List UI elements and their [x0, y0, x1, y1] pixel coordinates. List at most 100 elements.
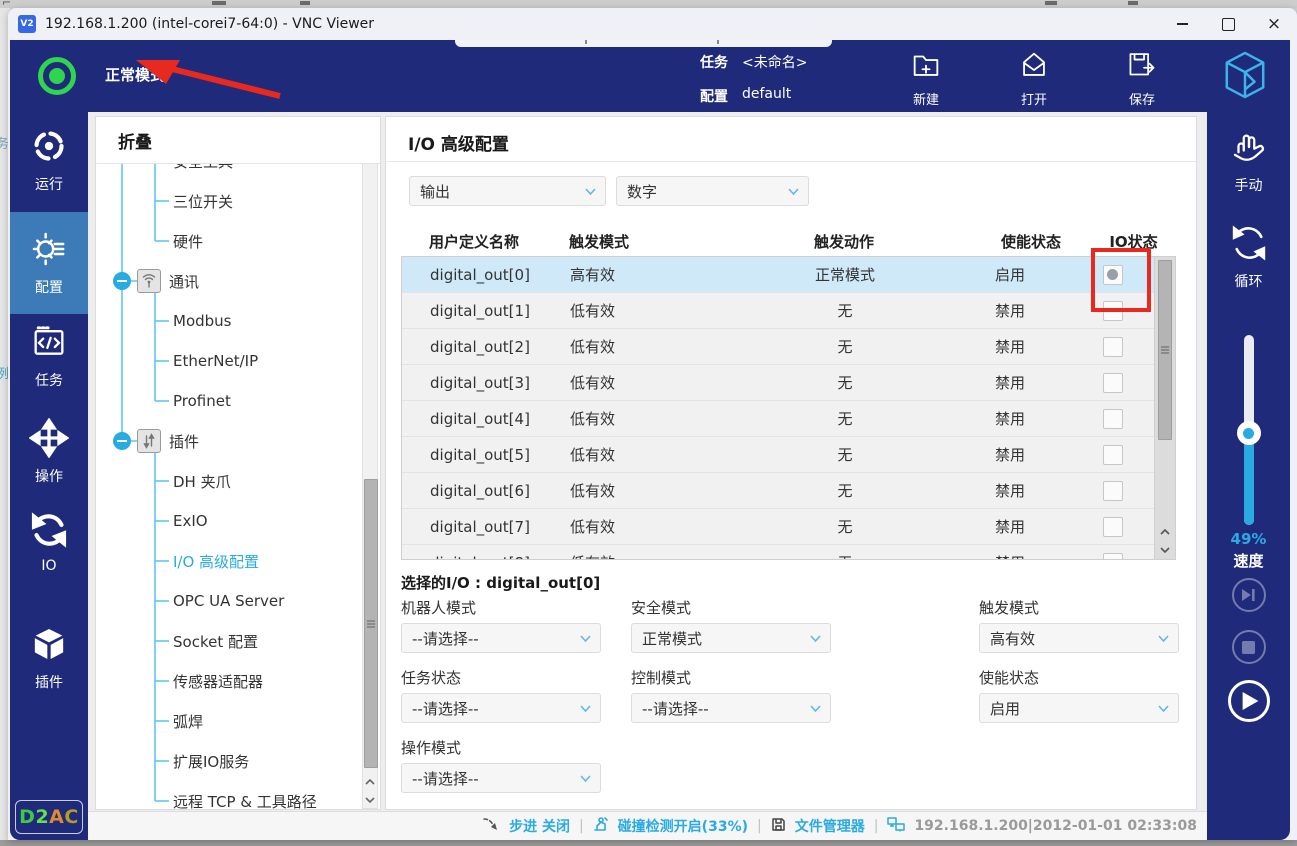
vnc-app-icon: V2: [18, 15, 36, 33]
cube-icon: [29, 624, 69, 668]
open-file-icon: [1017, 48, 1051, 86]
file-manager-link[interactable]: 文件管理器: [795, 816, 865, 836]
config-value: default: [742, 86, 791, 106]
field-label: 任务状态: [401, 667, 601, 687]
table-row[interactable]: digital_out[3] 低有效 无 禁用: [402, 365, 1155, 401]
tree-scrollbar-thumb[interactable]: [364, 479, 378, 768]
sidebar-item-operate[interactable]: 操作: [10, 418, 88, 498]
step-forward-button[interactable]: [1232, 578, 1266, 612]
network-icon: [887, 817, 905, 836]
form-select[interactable]: 高有效: [979, 623, 1179, 653]
tree-item[interactable]: 插件: [96, 421, 362, 461]
selected-io-label: 选择的I/O : digital_out[0]: [401, 572, 600, 593]
sidebar-item-task[interactable]: 任务: [10, 322, 88, 402]
form-select[interactable]: --请选择--: [631, 693, 831, 723]
stop-icon: [1242, 641, 1255, 654]
io-signal-type-select[interactable]: 数字: [616, 176, 809, 206]
new-file-icon: [909, 48, 943, 86]
vnc-toolbar-tab[interactable]: [455, 40, 832, 47]
d2ac-badge[interactable]: D2AC: [15, 800, 83, 834]
play-icon: [1242, 692, 1259, 710]
antenna-icon: [137, 269, 161, 293]
tree-collapse-header[interactable]: 折叠: [96, 117, 380, 164]
collision-status[interactable]: 碰撞检测开启(33%): [618, 816, 748, 836]
robot-status-light: [38, 57, 76, 95]
table-scrollbar-thumb[interactable]: [1158, 260, 1172, 440]
table-row[interactable]: digital_out[8] 低有效 无 禁用: [402, 545, 1155, 560]
tree-item[interactable]: OPC UA Server: [96, 581, 362, 621]
field-label: 安全模式: [631, 597, 831, 617]
table-row[interactable]: digital_out[7] 低有效 无 禁用: [402, 509, 1155, 545]
tree-item[interactable]: Modbus: [96, 301, 362, 341]
field-label: 使能状态: [979, 667, 1179, 687]
chevron-down-icon: [585, 188, 596, 195]
manual-mode-button[interactable]: 手动: [1207, 126, 1290, 195]
loop-mode-button[interactable]: 循环: [1207, 222, 1290, 291]
tree-scroll-down-button[interactable]: [363, 791, 377, 808]
table-scroll-up-button[interactable]: [1158, 523, 1172, 540]
play-button[interactable]: [1228, 680, 1270, 722]
chevron-down-icon: [580, 775, 591, 782]
io-state-indicator: [1103, 481, 1123, 501]
tree-item[interactable]: I/O 高级配置: [96, 541, 362, 581]
tree-scrollbar[interactable]: [362, 163, 378, 809]
sidebar-item-config[interactable]: 配置: [10, 212, 88, 314]
sidebar-item-run[interactable]: 运行: [10, 126, 88, 206]
tree-scroll-up-button[interactable]: [363, 773, 377, 790]
task-label: 任务: [700, 52, 728, 72]
form-field: 任务状态 --请选择--: [401, 667, 601, 723]
save-task-button[interactable]: 保存: [1111, 48, 1173, 108]
table-row[interactable]: digital_out[4] 低有效 无 禁用: [402, 401, 1155, 437]
table-row[interactable]: digital_out[0] 高有效 正常模式 启用: [402, 257, 1155, 293]
tree-item[interactable]: 硬件: [96, 221, 362, 261]
io-state-indicator: [1103, 517, 1123, 537]
step-status[interactable]: 步进 关闭: [509, 816, 570, 836]
tree-item[interactable]: EtherNet/IP: [96, 341, 362, 381]
form-field: 控制模式 --请选择--: [631, 667, 831, 723]
form-select[interactable]: --请选择--: [401, 693, 601, 723]
tree-item[interactable]: 传感器适配器: [96, 661, 362, 701]
move-arrows-icon: [29, 418, 69, 462]
table-row[interactable]: digital_out[2] 低有效 无 禁用: [402, 329, 1155, 365]
close-button[interactable]: ×: [1251, 8, 1297, 40]
tree-item[interactable]: 弧焊: [96, 701, 362, 741]
close-icon: ×: [1267, 16, 1281, 33]
sidebar-item-plugin[interactable]: 插件: [10, 624, 88, 704]
form-field: 机器人模式 --请选择--: [401, 597, 601, 653]
tree-item[interactable]: 通讯: [96, 261, 362, 301]
table-row[interactable]: digital_out[6] 低有效 无 禁用: [402, 473, 1155, 509]
open-task-button[interactable]: 打开: [1003, 48, 1065, 108]
table-row[interactable]: digital_out[5] 低有效 无 禁用: [402, 437, 1155, 473]
new-task-button[interactable]: 新建: [895, 48, 957, 108]
io-direction-select[interactable]: 输出: [409, 176, 606, 206]
speed-value: 49%: [1207, 530, 1290, 548]
io-state-indicator: [1103, 373, 1123, 393]
tree-item[interactable]: ExIO: [96, 501, 362, 541]
minimize-button[interactable]: [1159, 8, 1205, 40]
tree-item[interactable]: 三位开关: [96, 181, 362, 221]
sliders-icon: [137, 429, 161, 453]
tree-item[interactable]: 远程 TCP & 工具路径: [96, 781, 362, 810]
form-select[interactable]: --请选择--: [401, 623, 601, 653]
config-tree-panel: 折叠: [95, 116, 381, 810]
maximize-button[interactable]: [1205, 8, 1251, 40]
tree-item[interactable]: Socket 配置: [96, 621, 362, 661]
form-select[interactable]: --请选择--: [401, 763, 601, 793]
tree-item[interactable]: 扩展IO服务: [96, 741, 362, 781]
status-bar: 步进 关闭 | 碰撞检测开启(33%) | 文件管理器 |: [88, 811, 1207, 840]
speed-slider[interactable]: [1244, 335, 1254, 525]
table-row[interactable]: digital_out[1] 低有效 无 禁用: [402, 293, 1155, 329]
task-value: <未命名>: [742, 52, 807, 72]
form-select[interactable]: 启用: [979, 693, 1179, 723]
speed-slider-thumb[interactable]: [1237, 421, 1261, 445]
window-titlebar[interactable]: V2 192.168.1.200 (intel-corei7-64:0) - V…: [8, 8, 1297, 40]
table-scrollbar[interactable]: [1154, 257, 1175, 559]
form-select[interactable]: 正常模式: [631, 623, 831, 653]
sidebar-item-io[interactable]: IO: [10, 510, 88, 590]
tree-item[interactable]: DH 夹爪: [96, 461, 362, 501]
app-topbar: 正常模式 任务 <未命名> 配置 default: [10, 40, 1290, 112]
chevron-down-icon: [1158, 635, 1169, 642]
stop-button[interactable]: [1232, 630, 1266, 664]
table-scroll-down-button[interactable]: [1158, 541, 1172, 558]
tree-item[interactable]: Profinet: [96, 381, 362, 421]
